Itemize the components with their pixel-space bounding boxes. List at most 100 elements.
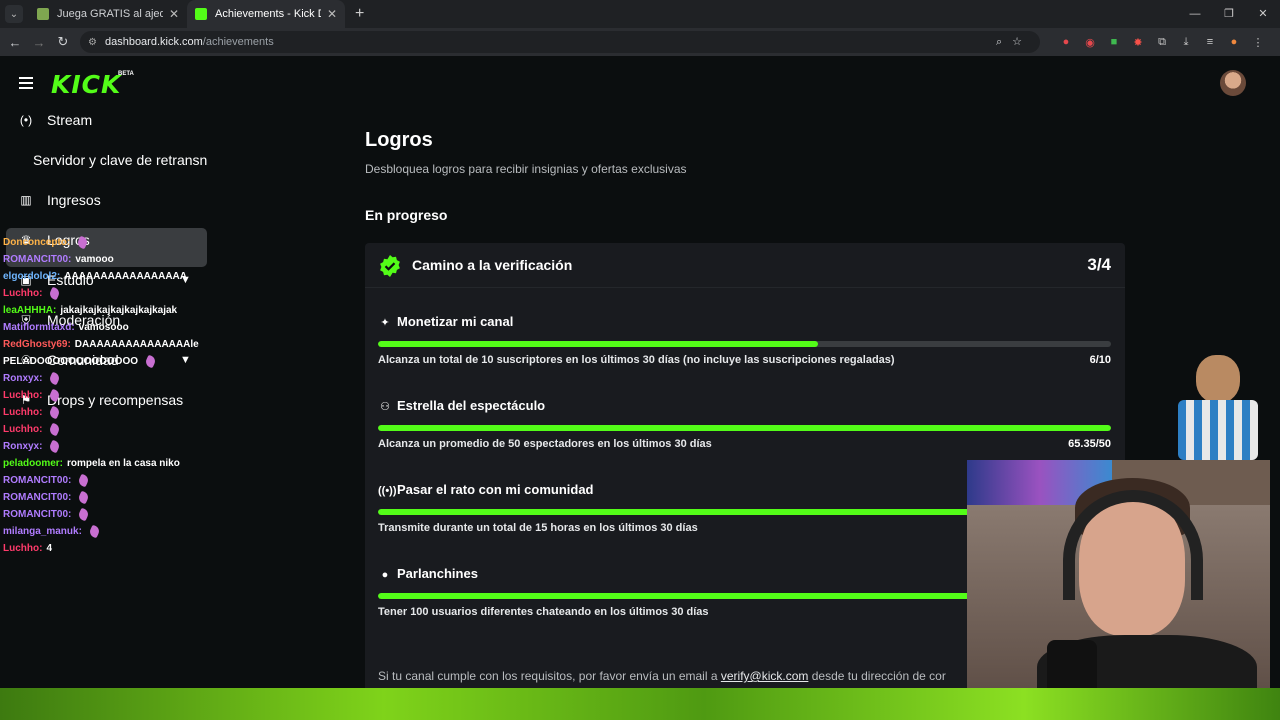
chat-username[interactable]: peladoomer:	[3, 458, 63, 469]
chat-message: elgordolol2: AAAAAAAAAAAAAAAAA	[3, 268, 233, 285]
chat-username[interactable]: Luchho:	[3, 407, 42, 418]
tab-title: Achievements - Kick Dashboard	[215, 8, 321, 20]
extension-icon[interactable]: ■	[1102, 36, 1126, 48]
tab-title: Juega GRATIS al ajedrez online	[57, 8, 163, 20]
sparkle-icon: ✦	[380, 317, 390, 329]
chat-text: AAAAAAAAAAAAAAAAA	[64, 271, 188, 282]
task-title: ⚇ Estrella del espectáculo	[378, 398, 545, 413]
new-tab-button[interactable]: +	[355, 5, 364, 23]
footer-text: Si tu canal cumple con los requisitos, p…	[378, 669, 718, 683]
minimize-icon[interactable]: —	[1178, 0, 1212, 28]
sidebar-item-stream-key[interactable]: Servidor y clave de retransn	[33, 148, 207, 172]
chat-username[interactable]: Luchho:	[3, 288, 42, 299]
achievement-card-header[interactable]: Camino a la verificación 3/4	[365, 243, 1125, 288]
site-info-icon[interactable]: ⚙	[88, 37, 97, 48]
chat-message: Donconcepto:	[3, 234, 233, 251]
puzzle-icon[interactable]: ⧉	[1150, 36, 1174, 49]
broadcast-icon: (•)	[19, 113, 33, 127]
chat-username[interactable]: ROMANCIT00:	[3, 254, 71, 265]
extension-icon[interactable]: ●	[1054, 36, 1078, 48]
progress-fill	[378, 341, 818, 347]
chat-username[interactable]: leaAHHHA:	[3, 305, 56, 316]
chart-icon: ▥	[20, 193, 32, 207]
chat-message: Luchho:	[3, 404, 233, 421]
chat-text: DAAAAAAAAAAAAAAAle	[74, 339, 199, 350]
user-avatar[interactable]	[1220, 70, 1246, 96]
task-description: Alcanza un promedio de 50 espectadores e…	[378, 438, 712, 450]
footer-text: desde tu dirección de cor	[811, 669, 946, 683]
kick-favicon-icon	[195, 8, 207, 20]
chat-username[interactable]: Luchho:	[3, 424, 42, 435]
chat-username[interactable]: Donconcepto:	[3, 237, 70, 248]
chat-message: ROMANCIT00:	[3, 489, 233, 506]
chat-message: PELADOOOOOOOOOOOOO	[3, 353, 233, 370]
task-count: 65.35/50	[1068, 438, 1111, 450]
chat-username[interactable]: Luchho:	[3, 390, 42, 401]
tab-kick-dashboard[interactable]: Achievements - Kick Dashboard ✕	[187, 0, 345, 28]
chat-username[interactable]: Luchho:	[3, 543, 42, 554]
chat-text: rompela en la casa niko	[67, 458, 180, 469]
menu-dots-icon[interactable]: ⋮	[1246, 36, 1270, 49]
verify-email-link[interactable]: verify@kick.com	[721, 669, 809, 683]
chat-message: Luchho: 4	[3, 540, 233, 557]
media-icon[interactable]: ≡	[1198, 36, 1222, 48]
chat-message: RedGhosty69: DAAAAAAAAAAAAAAAle	[3, 336, 233, 353]
sidebar-item-label: Stream	[47, 112, 93, 128]
achievement-title: Camino a la verificación	[412, 257, 573, 273]
chat-username[interactable]: Ronxyx:	[3, 373, 42, 384]
sidebar-item-ingresos[interactable]: ▥ Ingresos	[18, 188, 100, 212]
task-description: Transmite durante un total de 15 horas e…	[378, 522, 698, 534]
forward-icon[interactable]: →	[27, 35, 51, 50]
task-title: ● Parlanchines	[378, 566, 478, 581]
chat-username[interactable]: ROMANCIT00:	[3, 475, 71, 486]
tab-search-button[interactable]: ⌄	[5, 5, 23, 23]
url-input[interactable]: ⚙ dashboard.kick.com/achievements ⌕☆	[80, 31, 1040, 53]
chat-message: ROMANCIT00: vamooo	[3, 251, 233, 268]
emote-icon	[48, 405, 62, 420]
kick-logo[interactable]: KICK	[51, 70, 121, 99]
achievement-progress: 3/4	[1087, 255, 1111, 274]
chat-username[interactable]: Ronxyx:	[3, 441, 42, 452]
close-tab-icon[interactable]: ✕	[169, 7, 179, 21]
chat-username[interactable]: ROMANCIT00:	[3, 492, 71, 503]
hamburger-menu-icon[interactable]	[19, 77, 33, 92]
chat-username[interactable]: PELADOOOOOOOOOOOOO	[3, 356, 138, 367]
extensions-bar: ● ◉ ■ ✸ ⧉ ⤓ ≡ ● ⋮	[1054, 28, 1270, 56]
verified-badge-icon	[380, 255, 400, 277]
download-icon[interactable]: ⤓	[1174, 36, 1198, 49]
extension-icon[interactable]: ✸	[1126, 36, 1150, 49]
chat-text: vamosooo	[78, 322, 129, 333]
broadcast-icon: ((•))	[378, 485, 397, 497]
emote-icon	[76, 235, 90, 250]
bookmark-star-icon[interactable]: ⌕☆	[996, 35, 1032, 49]
chat-message: Ronxyx:	[3, 370, 233, 387]
close-window-icon[interactable]: ✕	[1246, 0, 1280, 28]
chat-username[interactable]: RedGhosty69:	[3, 339, 71, 350]
chat-username[interactable]: ROMANCIT00:	[3, 509, 71, 520]
window-controls: — ❐ ✕	[1178, 0, 1280, 28]
verification-footer: Si tu canal cumple con los requisitos, p…	[378, 669, 946, 683]
sidebar-item-label: Servidor y clave de retransn	[33, 152, 208, 168]
progress-fill	[378, 425, 1111, 431]
task-title: ((•))Pasar el rato con mi comunidad	[378, 482, 594, 497]
task-title-text: Parlanchines	[397, 566, 478, 581]
address-bar-row: ← → ↻ ⚙ dashboard.kick.com/achievements …	[0, 28, 1280, 56]
beta-label: BETA	[118, 71, 134, 77]
url-domain: dashboard.kick.com	[104, 36, 203, 48]
sidebar-item-stream[interactable]: (•) Stream	[18, 108, 92, 132]
close-tab-icon[interactable]: ✕	[327, 7, 337, 21]
chat-text: 4	[46, 543, 52, 554]
reload-icon[interactable]: ↻	[51, 34, 75, 50]
back-icon[interactable]: ←	[3, 35, 27, 50]
chat-username[interactable]: milanga_manuk:	[3, 526, 82, 537]
tab-chess[interactable]: Juega GRATIS al ajedrez online ✕	[29, 0, 187, 28]
chat-message: Ronxyx:	[3, 438, 233, 455]
profile-icon[interactable]: ●	[1222, 36, 1246, 48]
task-description: Alcanza un total de 10 suscriptores en l…	[378, 354, 895, 366]
maximize-icon[interactable]: ❐	[1212, 0, 1246, 28]
chat-username[interactable]: elgordolol2:	[3, 271, 60, 282]
chat-message: leaAHHHA: jakajkajkajkajkajkajkajak	[3, 302, 233, 319]
task-title: ✦ Monetizar mi canal	[378, 314, 513, 329]
chat-username[interactable]: Matiflormitaxd:	[3, 322, 75, 333]
extension-icon[interactable]: ◉	[1078, 36, 1102, 49]
